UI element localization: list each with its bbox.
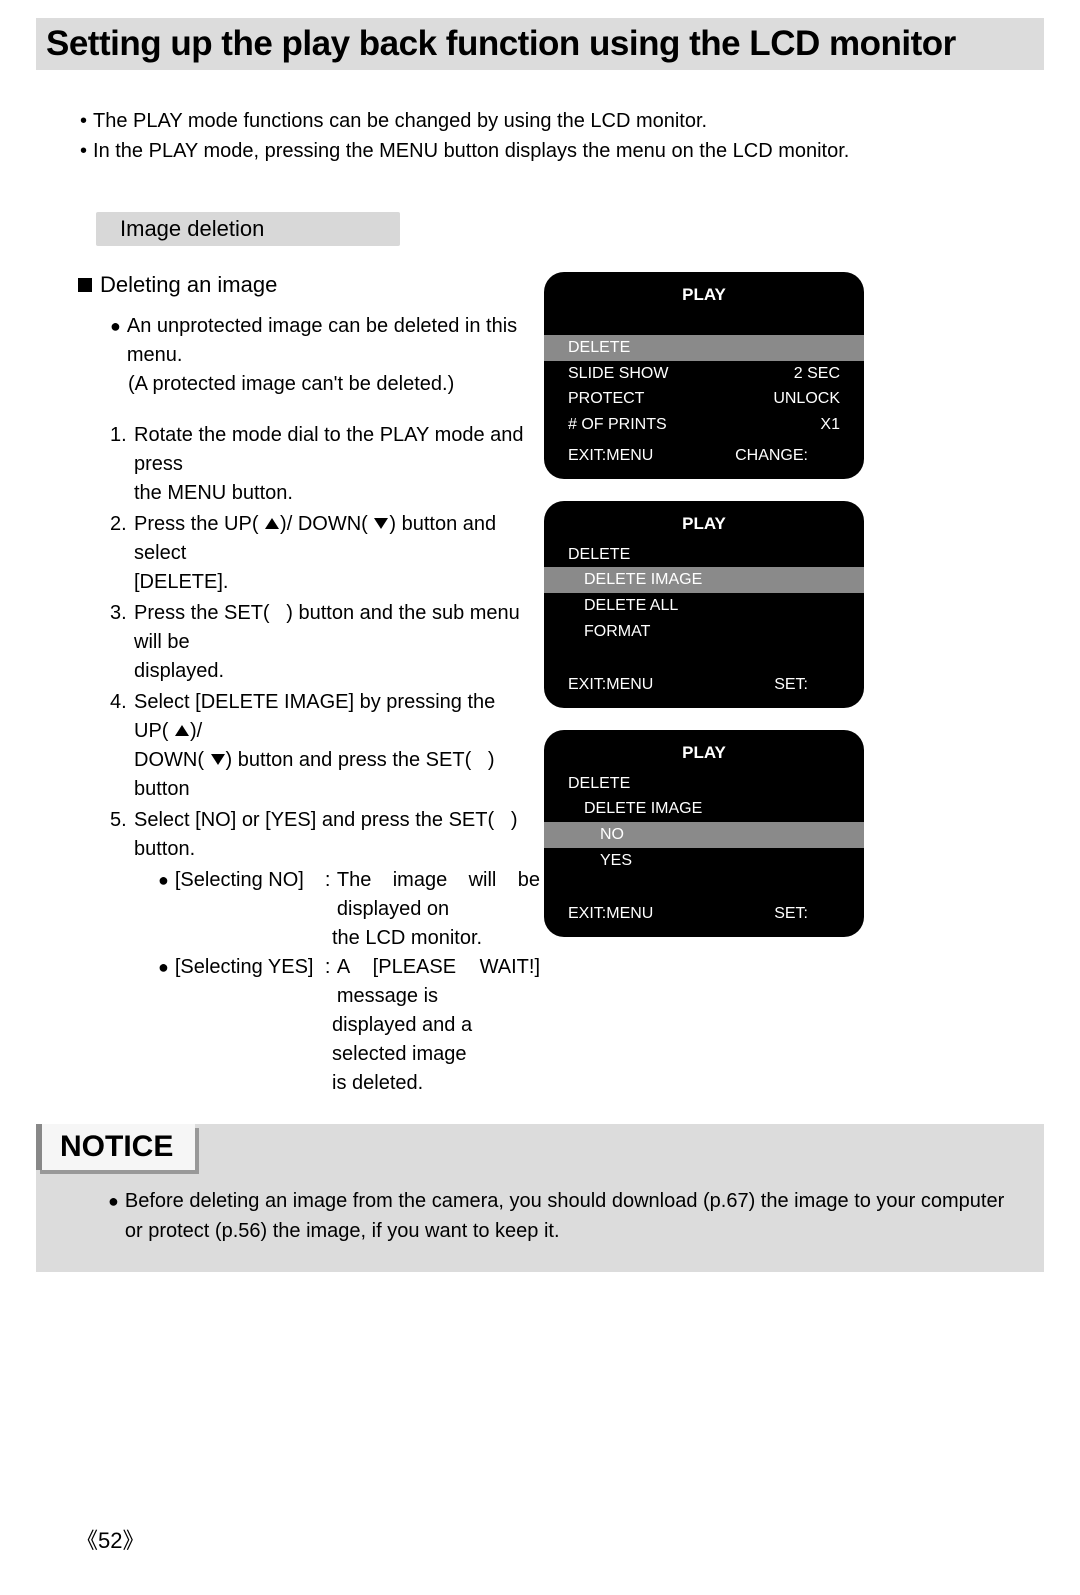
lcd-row: DELETE ALL	[544, 593, 864, 619]
step-number: 2.	[110, 510, 134, 597]
step-5: 5. Select [NO] or [YES] and press the SE…	[110, 806, 540, 1098]
lcd-footer: EXIT:MENUSET:	[544, 668, 864, 700]
bracket-right-icon: 》	[123, 1528, 145, 1553]
step-text: Press the SET( ) button and the sub menu…	[134, 599, 540, 686]
step-number: 3.	[110, 599, 134, 686]
subpoint-line-2: (A protected image can't be deleted.)	[128, 370, 540, 399]
intro-line-1: • The PLAY mode functions can be changed…	[80, 106, 1000, 136]
lcd-header: DELETE	[544, 771, 864, 797]
subpoint-line-1: An unprotected image can be deleted in t…	[127, 312, 540, 370]
step-text: Press the UP( )/ DOWN( ) button and sele…	[134, 510, 540, 597]
bullet-icon: ●	[110, 312, 127, 370]
lcd-footer: EXIT:MENUCHANGE:	[544, 439, 864, 471]
selecting-block: ● [Selecting NO] : The image will be dis…	[158, 866, 540, 1098]
up-triangle-icon	[175, 725, 189, 736]
right-column: PLAY DELETE SLIDE SHOW2 SEC PROTECTUNLOC…	[540, 272, 1080, 1100]
lcd-screen-1: PLAY DELETE SLIDE SHOW2 SEC PROTECTUNLOC…	[544, 272, 864, 479]
bullet-icon: ●	[158, 866, 175, 924]
content-row: Deleting an image ● An unprotected image…	[0, 272, 1080, 1100]
step-number: 1.	[110, 421, 134, 508]
step-text: Rotate the mode dial to the PLAY mode an…	[134, 421, 540, 508]
lcd-title: PLAY	[544, 740, 864, 771]
section-label: Image deletion	[96, 212, 400, 246]
step-3: 3. Press the SET( ) button and the sub m…	[110, 599, 540, 686]
subpoint: ● An unprotected image can be deleted in…	[110, 312, 540, 399]
lcd-header: DELETE	[544, 542, 864, 568]
down-triangle-icon	[211, 754, 225, 765]
lcd-row: YES	[544, 848, 864, 874]
bracket-left-icon: 《	[76, 1528, 98, 1553]
lcd-row: NO	[544, 822, 864, 848]
notice-label: NOTICE	[36, 1124, 195, 1170]
step-text: Select [NO] or [YES] and press the SET( …	[134, 806, 540, 1098]
page-title: Setting up the play back function using …	[46, 24, 1044, 64]
subheading-text: Deleting an image	[100, 272, 277, 298]
notice-text: Before deleting an image from the camera…	[125, 1186, 1014, 1246]
selecting-no: ● [Selecting NO] : The image will be dis…	[158, 866, 540, 924]
lcd-row: SLIDE SHOW2 SEC	[544, 361, 864, 387]
lcd-row: FORMAT	[544, 619, 864, 645]
step-1: 1. Rotate the mode dial to the PLAY mode…	[110, 421, 540, 508]
step-4: 4. Select [DELETE IMAGE] by pressing the…	[110, 688, 540, 804]
intro-text-2: In the PLAY mode, pressing the MENU butt…	[93, 136, 849, 166]
bullet-icon: ●	[158, 953, 175, 1011]
intro-text-1: The PLAY mode functions can be changed b…	[93, 106, 707, 136]
lcd-title: PLAY	[544, 282, 864, 313]
lcd-subheader: DELETE IMAGE	[544, 796, 864, 822]
intro-block: • The PLAY mode functions can be changed…	[80, 106, 1000, 166]
square-bullet-icon	[78, 278, 92, 292]
notice-body: ● Before deleting an image from the came…	[36, 1170, 1044, 1272]
lcd-row: PROTECTUNLOCK	[544, 386, 864, 412]
subheading: Deleting an image	[78, 272, 540, 298]
bullet-icon: ●	[108, 1186, 125, 1246]
bullet-icon: •	[80, 136, 93, 166]
intro-line-2: • In the PLAY mode, pressing the MENU bu…	[80, 136, 1000, 166]
up-triangle-icon	[265, 518, 279, 529]
lcd-row: DELETE	[544, 335, 864, 361]
selecting-yes: ● [Selecting YES] : A [PLEASE WAIT!] mes…	[158, 953, 540, 1011]
lcd-row: # OF PRINTSX1	[544, 412, 864, 438]
lcd-screen-3: PLAY DELETE DELETE IMAGE NO YES EXIT:MEN…	[544, 730, 864, 937]
bullet-icon: •	[80, 106, 93, 136]
left-column: Deleting an image ● An unprotected image…	[0, 272, 540, 1100]
step-number: 5.	[110, 806, 134, 1098]
step-2: 2. Press the UP( )/ DOWN( ) button and s…	[110, 510, 540, 597]
lcd-row: DELETE IMAGE	[544, 567, 864, 593]
down-triangle-icon	[374, 518, 388, 529]
lcd-screen-2: PLAY DELETE DELETE IMAGE DELETE ALL FORM…	[544, 501, 864, 708]
step-number: 4.	[110, 688, 134, 804]
page-title-bar: Setting up the play back function using …	[36, 18, 1044, 70]
lcd-title: PLAY	[544, 511, 864, 542]
steps-list: 1. Rotate the mode dial to the PLAY mode…	[110, 421, 540, 1098]
notice-bar: NOTICE	[36, 1124, 1044, 1170]
manual-page: Setting up the play back function using …	[0, 18, 1080, 1595]
lcd-footer: EXIT:MENUSET:	[544, 897, 864, 929]
step-text: Select [DELETE IMAGE] by pressing the UP…	[134, 688, 540, 804]
page-number: 《52》	[76, 1523, 145, 1555]
